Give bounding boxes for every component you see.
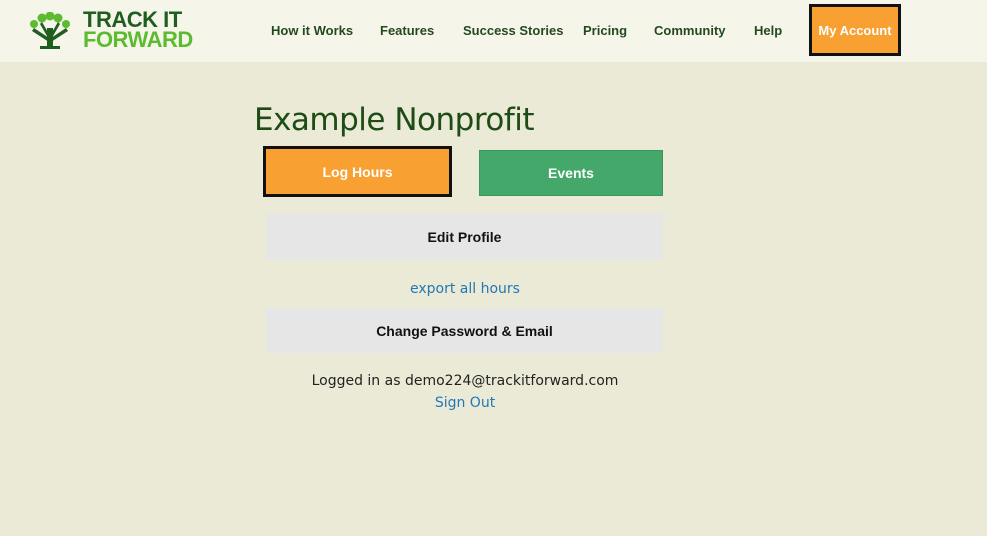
my-account-button[interactable]: My Account: [809, 4, 901, 56]
nav-success-stories[interactable]: Success Stories: [463, 23, 563, 38]
nav-help[interactable]: Help: [754, 23, 782, 38]
edit-profile-button[interactable]: Edit Profile: [266, 213, 663, 260]
log-hours-button[interactable]: Log Hours: [263, 146, 452, 197]
logo-wordmark: TRACK IT FORWARD: [83, 9, 193, 52]
page-title: Example Nonprofit: [254, 102, 535, 138]
nav-community[interactable]: Community: [654, 23, 726, 38]
logo-line-2: FORWARD: [83, 27, 193, 52]
change-password-email-button[interactable]: Change Password & Email: [266, 308, 663, 353]
export-hours-link[interactable]: export all hours: [0, 281, 930, 297]
logged-in-status: Logged in as demo224@trackitforward.com: [311, 373, 619, 389]
nav-pricing[interactable]: Pricing: [583, 23, 627, 38]
site-logo[interactable]: TRACK IT FORWARD: [28, 9, 208, 52]
sign-out-link[interactable]: Sign Out: [0, 395, 930, 411]
tree-of-people-icon: [30, 12, 70, 49]
nav-features[interactable]: Features: [380, 23, 434, 38]
nav-how-it-works[interactable]: How it Works: [271, 23, 353, 38]
events-button[interactable]: Events: [479, 150, 663, 196]
site-header: TRACK IT FORWARD How it Works Features S…: [0, 0, 987, 62]
